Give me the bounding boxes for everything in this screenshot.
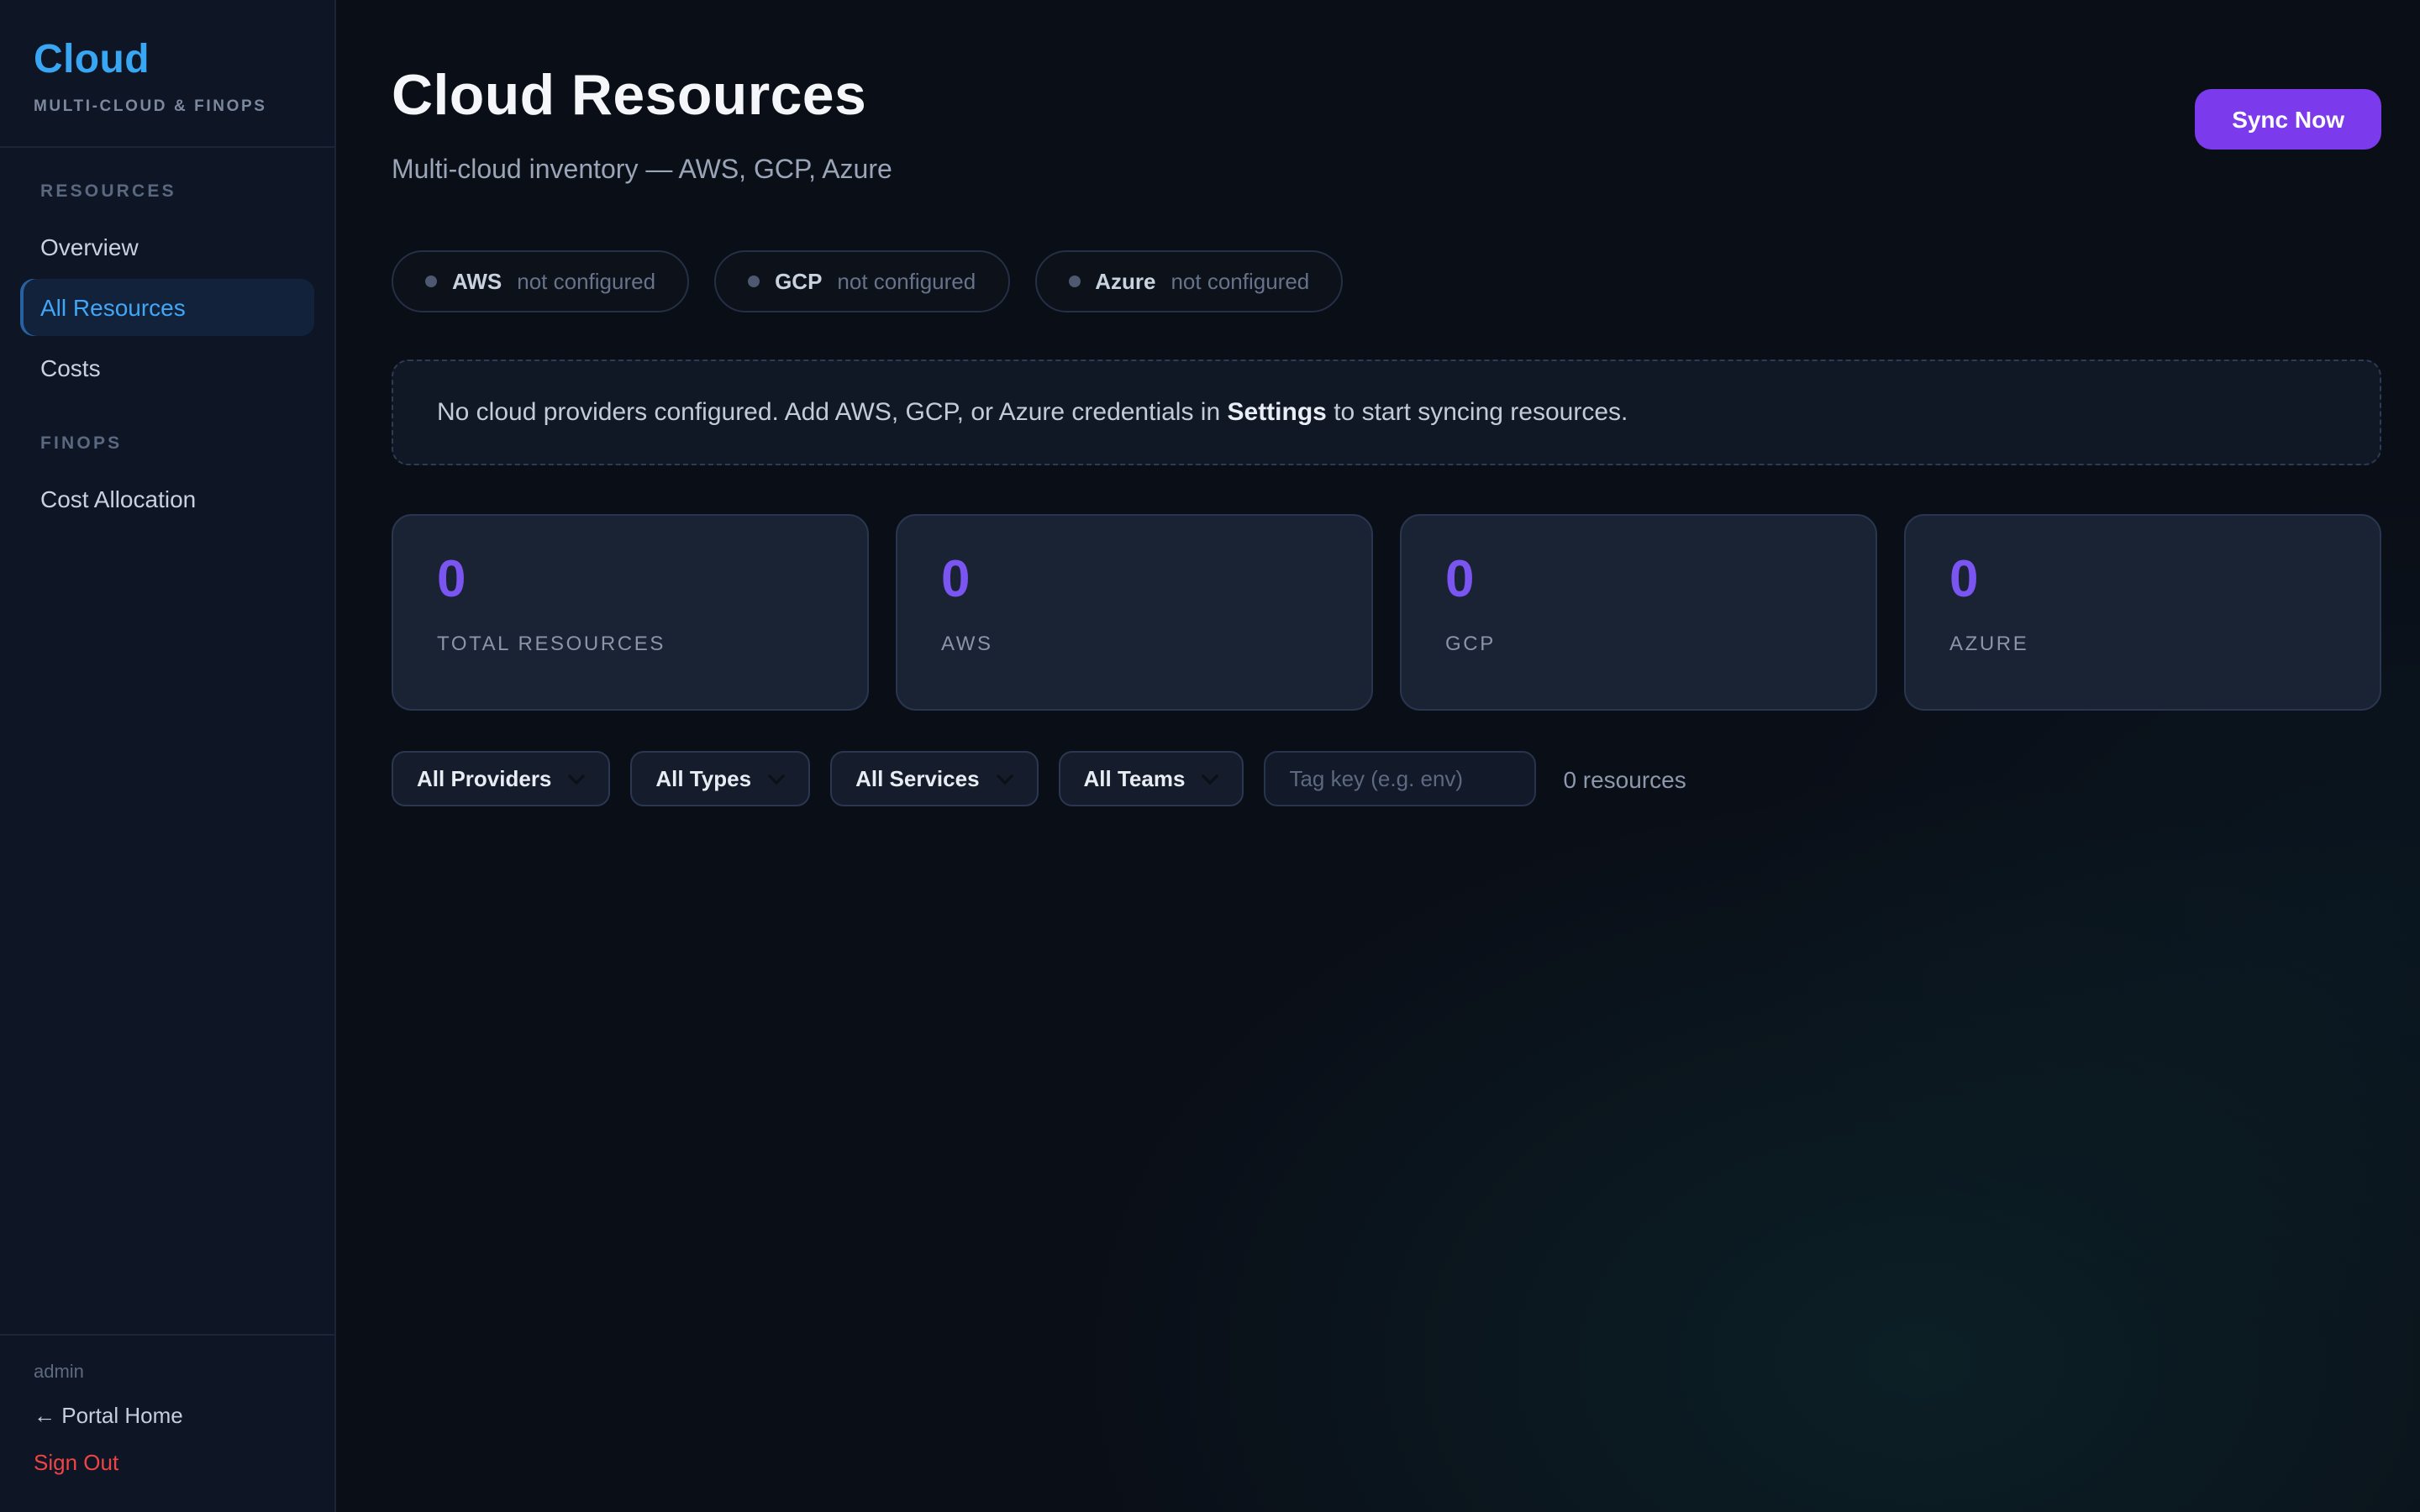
notice-settings-emphasis: Settings <box>1228 398 1327 427</box>
sidebar-item-costs[interactable]: Costs <box>20 339 314 396</box>
selected-value: All Providers <box>417 766 551 791</box>
provider-pill-azure: Azure not configured <box>1034 250 1343 312</box>
provider-pill-gcp: GCP not configured <box>714 250 1009 312</box>
no-providers-notice: No cloud providers configured. Add AWS, … <box>392 360 2381 465</box>
sidebar-item-label: Overview <box>40 234 139 260</box>
provider-status: not configured <box>517 269 655 294</box>
portal-home-link[interactable]: ← Portal Home <box>34 1403 301 1428</box>
stat-label: GCP <box>1445 632 1832 655</box>
provider-status-pills: AWS not configured GCP not configured Az… <box>392 250 2381 312</box>
selected-value: All Services <box>855 766 979 791</box>
chevron-down-icon <box>768 774 785 784</box>
nav-section-label: RESOURCES <box>0 181 334 202</box>
app-window: Cloud MULTI-CLOUD & FINOPS RESOURCES Ove… <box>0 0 2420 1512</box>
provider-name: GCP <box>775 269 822 294</box>
selected-value: All Teams <box>1084 766 1186 791</box>
provider-name: Azure <box>1095 269 1155 294</box>
provider-status: not configured <box>1171 269 1309 294</box>
stat-value: 0 <box>941 549 1328 610</box>
types-filter-select[interactable]: All Types <box>630 751 810 806</box>
chevron-down-icon <box>568 774 585 784</box>
stat-value: 0 <box>437 549 823 610</box>
sidebar-footer: admin ← Portal Home Sign Out <box>0 1334 334 1512</box>
services-filter-select[interactable]: All Services <box>830 751 1038 806</box>
stat-label: AZURE <box>1949 632 2336 655</box>
stat-value: 0 <box>1949 549 2336 610</box>
sync-now-button[interactable]: Sync Now <box>2195 89 2381 150</box>
stat-card-total-resources: 0 TOTAL RESOURCES <box>392 514 869 711</box>
page-header-text: Cloud Resources Multi-cloud inventory — … <box>392 64 892 186</box>
brand-title: Cloud <box>34 37 301 84</box>
page-header: Cloud Resources Multi-cloud inventory — … <box>392 64 2381 186</box>
status-dot-icon <box>748 276 760 287</box>
sidebar-item-all-resources[interactable]: All Resources <box>20 279 314 336</box>
tag-key-input[interactable] <box>1264 751 1536 806</box>
page-title: Cloud Resources <box>392 64 892 129</box>
stat-label: AWS <box>941 632 1328 655</box>
nav-section-resources: RESOURCES Overview All Resources Costs <box>0 181 334 400</box>
status-dot-icon <box>1068 276 1080 287</box>
provider-status: not configured <box>837 269 976 294</box>
stat-cards: 0 TOTAL RESOURCES 0 AWS 0 GCP 0 AZURE <box>392 514 2381 711</box>
provider-pill-aws: AWS not configured <box>392 250 689 312</box>
brand-subtitle: MULTI-CLOUD & FINOPS <box>34 97 301 116</box>
nav-section-label: FINOPS <box>0 433 334 454</box>
teams-filter-select[interactable]: All Teams <box>1059 751 1244 806</box>
current-user: admin <box>34 1362 301 1383</box>
notice-text: No cloud providers configured. Add AWS, … <box>437 398 1228 427</box>
stat-card-aws: 0 AWS <box>896 514 1373 711</box>
chevron-down-icon <box>1202 774 1218 784</box>
sign-out-link[interactable]: Sign Out <box>34 1450 301 1475</box>
sidebar-item-cost-allocation[interactable]: Cost Allocation <box>20 470 314 528</box>
main-content: Cloud Resources Multi-cloud inventory — … <box>336 0 2420 1512</box>
sidebar: Cloud MULTI-CLOUD & FINOPS RESOURCES Ove… <box>0 0 336 1512</box>
nav-section-finops: FINOPS Cost Allocation <box>0 433 334 531</box>
sidebar-item-label: Cost Allocation <box>40 486 196 512</box>
notice-text: to start syncing resources. <box>1327 398 1628 427</box>
page-subtitle: Multi-cloud inventory — AWS, GCP, Azure <box>392 156 892 186</box>
provider-name: AWS <box>452 269 502 294</box>
status-dot-icon <box>425 276 437 287</box>
selected-value: All Types <box>655 766 751 791</box>
providers-filter-select[interactable]: All Providers <box>392 751 610 806</box>
stat-card-gcp: 0 GCP <box>1400 514 1877 711</box>
stat-label: TOTAL RESOURCES <box>437 632 823 655</box>
sidebar-item-label: Costs <box>40 354 101 381</box>
resource-count: 0 resources <box>1563 765 1686 792</box>
filter-bar: All Providers All Types All Services All… <box>392 751 2381 806</box>
brand: Cloud MULTI-CLOUD & FINOPS <box>0 0 334 148</box>
sidebar-item-overview[interactable]: Overview <box>20 218 314 276</box>
chevron-down-icon <box>997 774 1013 784</box>
stat-card-azure: 0 AZURE <box>1904 514 2381 711</box>
sidebar-item-label: All Resources <box>40 294 186 321</box>
stat-value: 0 <box>1445 549 1832 610</box>
